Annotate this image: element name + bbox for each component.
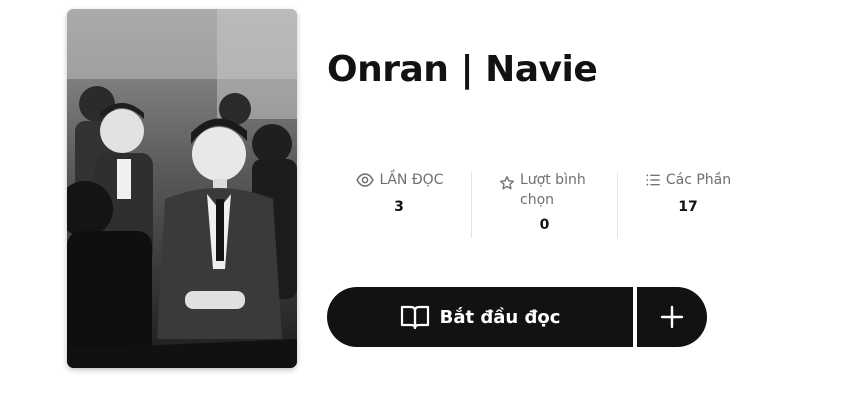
start-reading-button[interactable]: Bắt đầu đọc	[327, 287, 633, 347]
stat-reads-value: 3	[394, 199, 404, 215]
star-icon	[500, 176, 514, 190]
stat-votes-value: 0	[539, 217, 550, 233]
stat-parts: Các Phần 17	[618, 170, 758, 240]
stat-votes: Lượt bình chọn 0	[472, 170, 617, 240]
cover-photo	[67, 9, 297, 368]
add-to-library-button[interactable]	[637, 287, 707, 347]
story-title: Onran | Navie	[327, 49, 598, 90]
story-cover-image[interactable]	[67, 9, 297, 368]
list-icon	[646, 174, 660, 186]
stat-parts-label: Các Phần	[665, 172, 732, 188]
stat-votes-label: Lượt bình chọn	[520, 172, 586, 208]
plus-icon	[660, 305, 684, 329]
book-open-icon	[400, 305, 429, 330]
story-stats: LẦN ĐỌC 3 Lượt bình chọn 0 Các Phần 17	[327, 170, 757, 240]
eye-icon	[355, 173, 374, 187]
story-header: Onran | Navie LẦN ĐỌC 3 Lượt bình chọn 0	[0, 0, 857, 403]
stat-reads: LẦN ĐỌC 3	[327, 170, 471, 240]
stat-reads-label: LẦN ĐỌC	[379, 172, 444, 188]
stat-parts-value: 17	[678, 199, 698, 215]
start-reading-label: Bắt đầu đọc	[439, 306, 561, 328]
